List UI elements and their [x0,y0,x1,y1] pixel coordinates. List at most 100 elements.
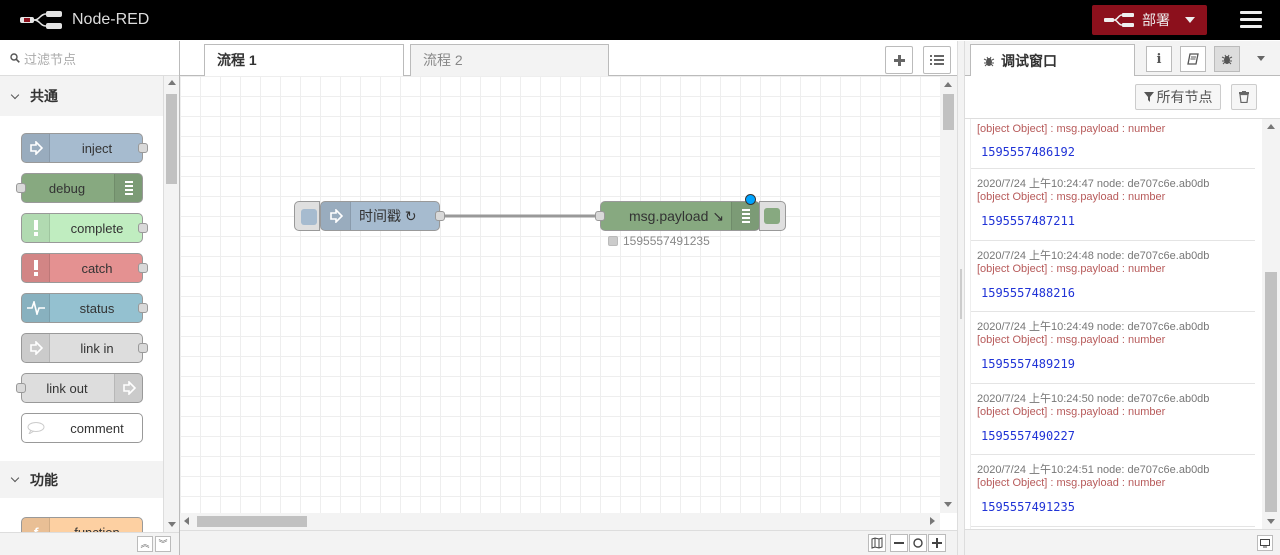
drag-handle-icon[interactable] [960,269,962,319]
scroll-up-icon[interactable] [944,82,952,87]
deploy-label: 部署 [1142,12,1170,28]
palette-node-debug[interactable]: debug [16,173,143,203]
palette-node-catch[interactable]: catch [21,253,148,283]
palette-search-input[interactable]: 过滤节点 [0,41,179,76]
palette-node-function[interactable]: f function [21,517,143,532]
input-port[interactable] [595,211,605,221]
canvas-vertical-scrollbar[interactable] [940,76,957,513]
list-icon [930,55,944,65]
help-tab-button[interactable] [1180,46,1206,72]
expand-all-icon[interactable]: ︾ [155,536,171,552]
output-port[interactable] [138,223,148,233]
message-meta: 2020/7/24 上午10:24:50 node: de707c6e.ab0d… [977,392,1210,405]
logo: Node-RED [20,11,149,29]
palette-footer: ︽ ︾ [0,532,179,555]
message-value[interactable]: 1595557486192 [977,137,1255,159]
debug-message[interactable]: 2020/7/24 上午10:24:51 node: de707c6e.ab0d… [971,455,1255,527]
palette-category-function[interactable]: 功能 [0,461,163,498]
node-label: link out [46,380,88,396]
debug-message[interactable]: 2020/7/24 上午10:24:50 node: de707c6e.ab0d… [971,384,1255,455]
trash-icon [1239,91,1249,103]
message-value[interactable]: 1595557488216 [977,278,1255,300]
scroll-down-icon[interactable] [1267,519,1275,524]
debug-tab-button[interactable] [1214,46,1240,72]
message-value[interactable]: 1595557489219 [977,349,1255,371]
output-port[interactable] [435,211,445,221]
scroll-thumb[interactable] [943,94,954,130]
filter-nodes-button[interactable]: 所有节点 [1135,84,1221,110]
palette-node-comment[interactable]: comment [21,413,143,443]
comment-icon [22,414,50,442]
message-value[interactable]: 1595557490227 [977,421,1255,443]
debug-icon [114,174,142,202]
tab-flow-1[interactable]: 流程 1 [204,44,404,77]
inject-icon [22,134,50,162]
zoom-reset-icon[interactable] [909,534,927,552]
debug-message[interactable]: 2020/7/24 上午10:24:48 node: de707c6e.ab0d… [971,241,1255,312]
flow-canvas[interactable]: 时间戳 ↻ msg.payload ↘ 1595557491235 [180,76,940,513]
canvas-horizontal-scrollbar[interactable] [180,513,940,530]
output-port[interactable] [138,143,148,153]
palette-node-status[interactable]: status [21,293,148,323]
palette-node-link-in[interactable]: link in [21,333,148,363]
sidebar-separator[interactable] [957,41,965,555]
tab-debug[interactable]: 调试窗口 [970,44,1135,77]
scroll-down-icon[interactable] [944,502,952,507]
output-port[interactable] [138,343,148,353]
info-tab-button[interactable]: i [1146,46,1172,72]
map-icon[interactable] [868,534,886,552]
add-flow-button[interactable] [885,46,913,74]
inject-trigger-button[interactable] [294,201,320,231]
deploy-button[interactable]: 部署 [1092,5,1207,35]
scroll-thumb[interactable] [166,94,177,184]
scroll-left-icon[interactable] [184,517,189,525]
workspace-footer [180,530,957,555]
message-topic: [object Object] : msg.payload : number [977,477,1166,489]
chevron-down-icon[interactable] [1185,17,1195,23]
chevron-down-icon[interactable] [1257,56,1265,61]
inject-icon [321,202,351,230]
debug-toolbar: 所有节点 [965,76,1280,119]
scroll-down-icon[interactable] [168,522,176,527]
node-label: debug [48,180,86,196]
collapse-all-icon[interactable]: ︽ [137,536,153,552]
zoom-in-icon[interactable] [928,534,946,552]
tab-label: 流程 1 [217,52,257,68]
palette-category-body: inject debug complete catch status link … [0,116,163,498]
output-port[interactable] [138,303,148,313]
sidebar: 调试窗口 i 所有节点 [object Object] : msg.payloa… [965,41,1280,555]
flow-node-timestamp-inject[interactable]: 时间戳 ↻ [320,201,445,231]
tab-label: 调试窗口 [1001,53,1057,69]
palette-scrollbar[interactable] [163,76,179,532]
zoom-out-icon[interactable] [890,534,908,552]
output-port[interactable] [138,263,148,273]
debug-message[interactable]: [object Object] : msg.payload : number 1… [971,119,1255,169]
node-label: inject [81,140,113,156]
debug-message[interactable]: 2020/7/24 上午10:24:49 node: de707c6e.ab0d… [971,312,1255,384]
open-in-window-icon[interactable] [1257,535,1273,551]
flow-node-debug-msg-payload[interactable]: msg.payload ↘ [595,194,760,231]
info-icon: i [1156,51,1162,67]
message-value[interactable]: 1595557491235 [977,492,1255,514]
debug-toggle-button[interactable] [759,201,786,231]
palette-category-common[interactable]: 共通 [0,77,163,115]
palette-node-link-out[interactable]: link out [16,373,143,403]
scroll-thumb[interactable] [197,516,307,527]
message-value[interactable]: 1595557487211 [977,206,1255,228]
palette-node-inject[interactable]: inject [21,133,148,163]
clear-messages-button[interactable] [1231,84,1257,110]
palette-node-complete[interactable]: complete [21,213,148,243]
message-topic: [object Object] : msg.payload : number [977,191,1166,203]
header-bar: Node-RED 部署 [0,0,1280,40]
scroll-up-icon[interactable] [1267,124,1275,129]
debug-message[interactable]: 2020/7/24 上午10:24:47 node: de707c6e.ab0d… [971,169,1255,241]
node-status: 1595557491235 [608,234,710,248]
debug-scrollbar[interactable] [1262,119,1280,529]
scroll-thumb[interactable] [1265,272,1277,512]
tab-flow-2[interactable]: 流程 2 [410,44,609,77]
flow-wire[interactable] [180,76,940,513]
scroll-right-icon[interactable] [930,517,935,525]
main-menu-button[interactable] [1240,11,1262,29]
scroll-up-icon[interactable] [168,80,176,85]
list-flows-button[interactable] [923,46,951,74]
